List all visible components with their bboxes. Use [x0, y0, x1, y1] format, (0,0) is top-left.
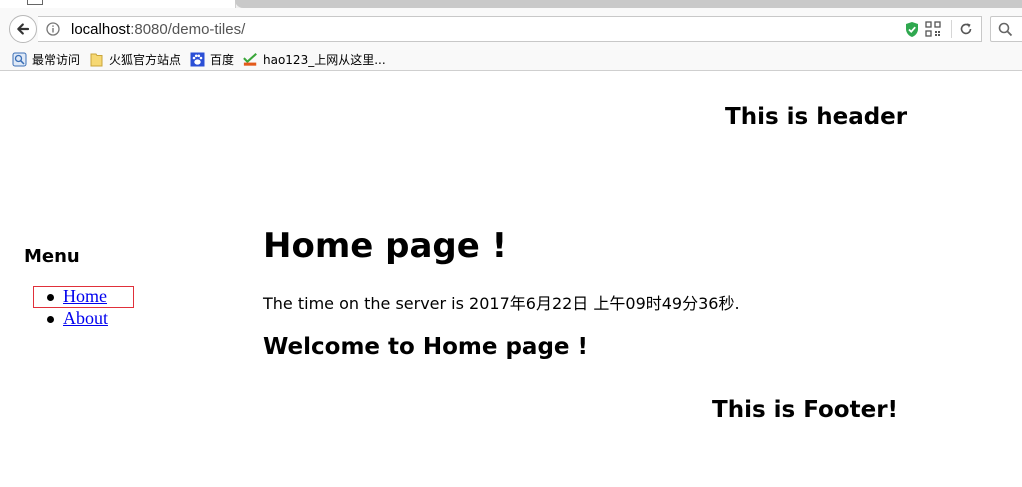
page-viewport: This is header Menu Home About Home page… [0, 71, 1022, 487]
bookmark-label: 最常访问 [32, 52, 81, 67]
back-arrow-icon [17, 23, 30, 35]
back-button[interactable] [9, 15, 37, 43]
menu-item-about: About [24, 307, 108, 329]
search-bar[interactable] [990, 16, 1022, 42]
search-icon [998, 22, 1013, 37]
bookmark-label: 火狐官方站点 [109, 52, 182, 67]
focus-highlight-box [33, 286, 134, 308]
info-icon[interactable] [46, 22, 60, 36]
menu-title: Menu [24, 246, 80, 267]
shield-icon[interactable] [904, 21, 920, 38]
bookmark-label: hao123_上网从这里... [263, 52, 386, 67]
url-host: localhost [71, 21, 131, 38]
tab-strip [0, 0, 1022, 8]
page-footer: This is Footer! [712, 397, 899, 423]
url-input[interactable]: localhost:8080/demo-tiles/ [71, 21, 245, 38]
bookmark-most-visited[interactable]: 最常访问 [12, 51, 80, 67]
qr-code-icon[interactable] [925, 21, 941, 37]
bookmark-firefox-site[interactable]: 火狐官方站点 [89, 51, 181, 67]
tab-strip-background [235, 0, 1022, 8]
bookmark-hao123[interactable]: hao123_上网从这里... [243, 51, 386, 67]
hao123-icon [243, 52, 257, 66]
navigation-toolbar: localhost:8080/demo-tiles/ [0, 8, 1022, 48]
active-tab[interactable] [0, 0, 236, 8]
page-favicon-icon [27, 0, 43, 5]
baidu-paw-icon [190, 52, 205, 66]
server-time-text: The time on the server is 2017年6月22日 上午0… [263, 294, 740, 313]
page-title: Home page ! [263, 226, 508, 266]
about-link[interactable]: About [63, 308, 108, 328]
welcome-heading: Welcome to Home page ! [263, 334, 589, 360]
bookmark-baidu[interactable]: 百度 [190, 51, 234, 67]
folder-icon [90, 53, 103, 66]
page-header: This is header [725, 104, 908, 130]
url-bar[interactable]: localhost:8080/demo-tiles/ [38, 16, 982, 42]
url-bar-divider [951, 20, 952, 38]
reload-icon[interactable] [958, 21, 974, 37]
bookmarks-toolbar: 最常访问 火狐官方站点 百度 hao123_上网从这里... [0, 48, 1022, 71]
url-path: :8080/demo-tiles/ [130, 21, 246, 38]
most-visited-icon [12, 52, 27, 66]
bookmark-label: 百度 [210, 52, 235, 67]
